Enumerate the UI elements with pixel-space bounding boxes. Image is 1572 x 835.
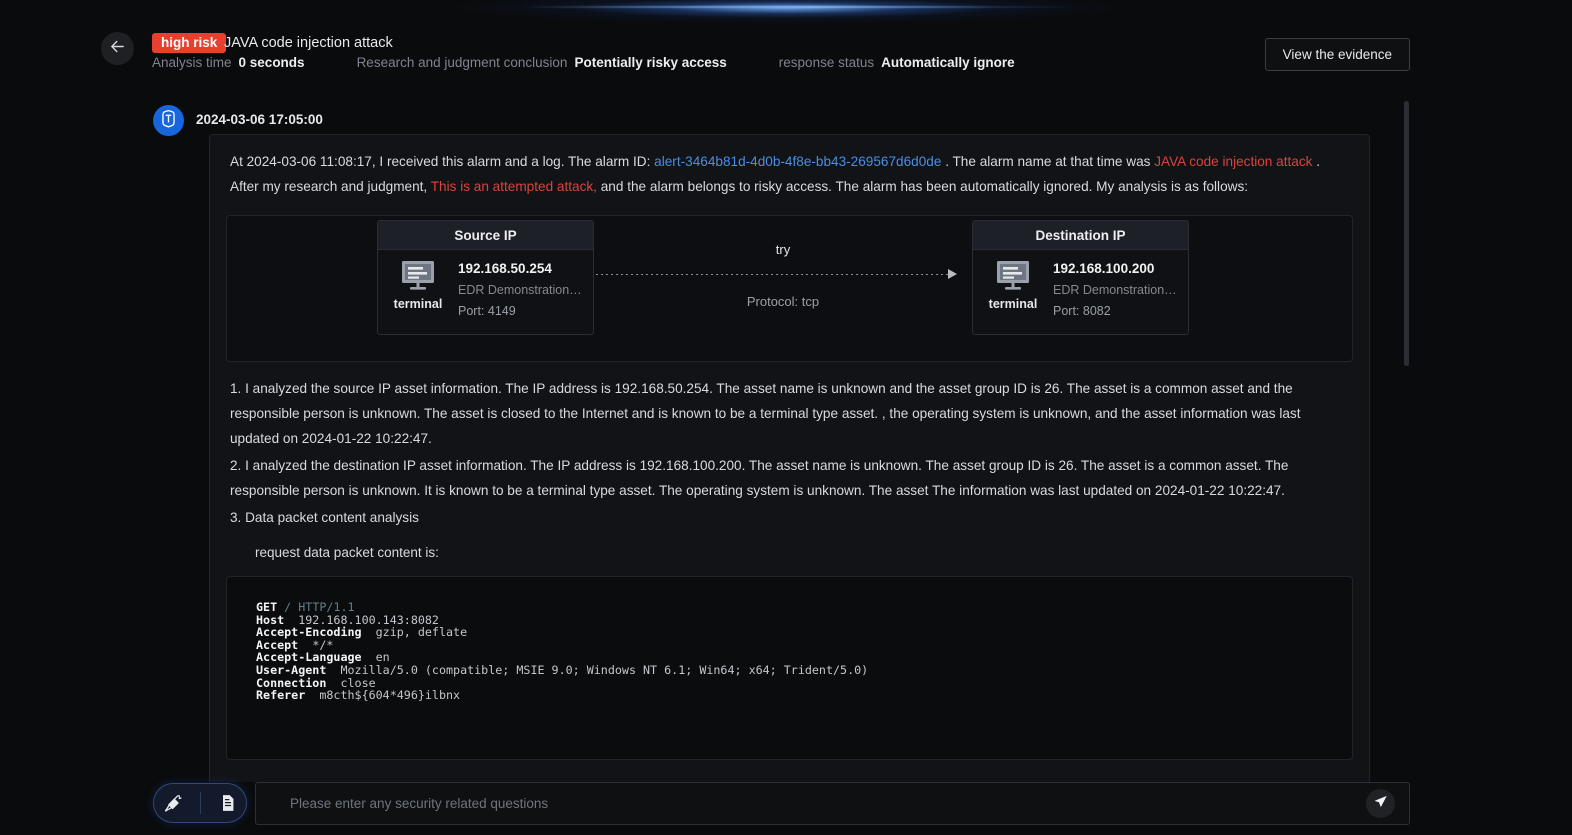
request-path: / [284, 600, 292, 614]
arrow-line [596, 274, 950, 275]
alarm-name-highlight: JAVA code injection attack [1154, 154, 1313, 169]
top-glow-line [520, 6, 1080, 8]
source-ip-address: 192.168.50.254 [458, 261, 552, 276]
back-button[interactable] [101, 32, 134, 65]
source-asset-desc: EDR Demonstration Eq... [458, 283, 584, 297]
destination-asset-type: terminal [988, 297, 1038, 311]
intro-text-4: and the alarm belongs to risky access. T… [600, 179, 1249, 194]
topology-diagram: Source IP terminal 192.168.50.254 EDR De… [226, 215, 1353, 362]
header-value-referer: m8cth${604*496}ilbnx [319, 688, 461, 703]
composer-bar [0, 782, 1572, 835]
destination-ip-node: Destination IP terminal 192.168.100.200 … [972, 220, 1189, 335]
arrow-head-icon [948, 269, 957, 279]
intro-paragraph: At 2024-03-06 11:08:17, I received this … [210, 149, 1369, 199]
analysis-paragraph-1: 1. I analyzed the source IP asset inform… [230, 381, 1301, 446]
send-button[interactable] [1366, 789, 1395, 818]
tool-divider [199, 792, 201, 814]
composer-tools [153, 783, 247, 823]
monitor-icon [994, 260, 1032, 292]
document-icon[interactable] [218, 793, 238, 813]
shield-logo-icon [159, 109, 178, 133]
meta-label-response-status: response status [778, 55, 875, 70]
status-badge: high risk [152, 33, 227, 53]
arrow-label: try [775, 242, 791, 257]
request-packet-label: request data packet content is: [255, 545, 439, 560]
message-timestamp: 2024-03-06 17:05:00 [196, 112, 323, 127]
analysis-paragraph-3: 3. Data packet content analysis [230, 510, 419, 525]
source-ip-node: Source IP terminal 192.168.50.254 EDR De… [377, 220, 594, 335]
destination-port: Port: 8082 [1053, 304, 1111, 318]
conversation-area: 2024-03-06 17:05:00 At 2024-03-06 11:08:… [0, 96, 1572, 835]
composer-input-wrap[interactable] [255, 782, 1410, 825]
meta-value-response-status: Automatically ignore [881, 55, 1015, 70]
header-value-user-agent: Mozilla/5.0 (compatible; MSIE 9.0; Windo… [340, 662, 869, 677]
page-header: high risk JAVA code injection attack Ana… [0, 26, 1572, 84]
alarm-id-link[interactable]: alert-3464b81d-4d0b-4f8e-bb43-269567d6d0… [654, 154, 941, 169]
header-key-referer: Referer [256, 688, 306, 703]
header-meta: Analysis time 0 seconds Research and jud… [152, 55, 1015, 70]
scrollbar[interactable] [1404, 101, 1409, 366]
meta-value-analysis-time: 0 seconds [238, 55, 305, 70]
monitor-icon [399, 260, 437, 292]
source-asset-type: terminal [393, 297, 443, 311]
verdict-highlight: This is an attempted attack, [430, 179, 597, 194]
header-value-accept-encoding: gzip, deflate [375, 625, 468, 640]
request-packet-card: GET / HTTP/1.1 Host 192.168.100.143:8082… [226, 576, 1353, 760]
intro-text-2: . The alarm name at that time was [945, 154, 1151, 169]
intro-text-1: At 2024-03-06 11:08:17, I received this … [230, 154, 651, 169]
protocol-label: Protocol: tcp [746, 294, 820, 309]
meta-label-analysis-time: Analysis time [152, 55, 232, 70]
destination-asset-desc: EDR Demonstration Eq... [1053, 283, 1179, 297]
source-ip-title: Source IP [378, 221, 593, 250]
source-port: Port: 4149 [458, 304, 516, 318]
message-bubble: At 2024-03-06 11:08:17, I received this … [209, 134, 1370, 835]
broom-icon[interactable] [163, 793, 183, 813]
connection-arrow: try Protocol: tcp [596, 216, 970, 335]
destination-ip-address: 192.168.100.200 [1053, 261, 1155, 276]
top-glow-decoration [0, 0, 1572, 26]
destination-ip-title: Destination IP [973, 221, 1188, 250]
send-icon [1373, 794, 1388, 814]
analysis-paragraph-2: 2. I analyzed the destination IP asset i… [230, 458, 1289, 498]
arrow-left-icon [109, 38, 126, 60]
meta-label-conclusion: Research and judgment conclusion [356, 55, 568, 70]
search-input[interactable] [256, 796, 1366, 811]
avatar [153, 105, 184, 136]
request-packet-content: GET / HTTP/1.1 Host 192.168.100.143:8082… [227, 601, 1352, 702]
page-title: JAVA code injection attack [224, 35, 393, 51]
meta-value-conclusion: Potentially risky access [574, 55, 727, 70]
view-evidence-button[interactable]: View the evidence [1264, 38, 1410, 71]
